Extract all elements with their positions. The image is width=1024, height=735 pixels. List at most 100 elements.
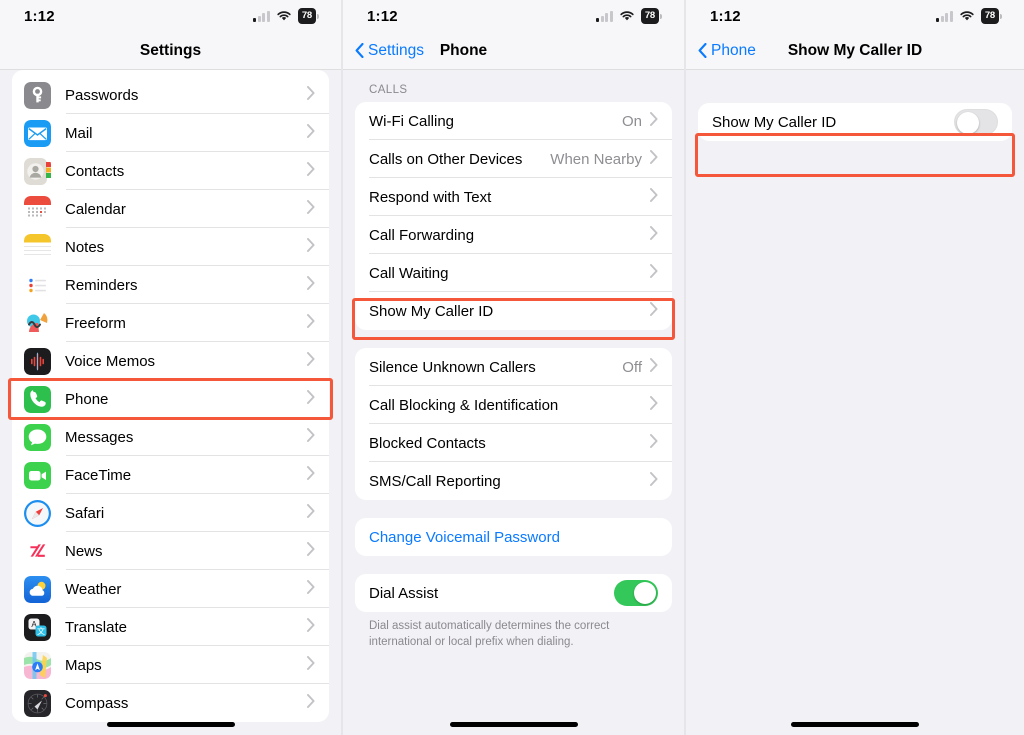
chevron-right-icon <box>307 655 315 675</box>
row-label: Respond with Text <box>369 188 492 206</box>
cellular-bars-icon <box>253 10 270 22</box>
sidebar-item-safari[interactable]: Safari <box>12 494 329 532</box>
sidebar-item-reminders[interactable]: Reminders <box>12 266 329 304</box>
sidebar-item-calendar[interactable]: Calendar <box>12 190 329 228</box>
sidebar-item-facetime[interactable]: FaceTime <box>12 456 329 494</box>
chevron-right-icon <box>307 161 315 181</box>
back-button-settings[interactable]: Settings <box>355 42 424 60</box>
row-silence-unknown-callers[interactable]: Silence Unknown Callers Off <box>355 348 672 386</box>
row-call-waiting[interactable]: Call Waiting <box>355 254 672 292</box>
sidebar-item-messages[interactable]: Messages <box>12 418 329 456</box>
sidebar-item-mail[interactable]: Mail <box>12 114 329 152</box>
row-respond-with-text[interactable]: Respond with Text <box>355 178 672 216</box>
sidebar-item-weather[interactable]: Weather <box>12 570 329 608</box>
sidebar-item-label: Freeform <box>65 314 126 332</box>
status-bar: 1:12 78 <box>343 0 684 32</box>
sidebar-item-compass[interactable]: Compass <box>12 684 329 722</box>
status-bar-indicators: 78 <box>936 8 1002 24</box>
chevron-right-icon <box>307 123 315 143</box>
dial-assist-row[interactable]: Dial Assist <box>355 574 672 612</box>
sidebar-item-phone[interactable]: Phone <box>12 380 329 418</box>
chevron-right-icon <box>650 263 658 283</box>
sidebar-item-maps[interactable]: Maps <box>12 646 329 684</box>
row-label: Blocked Contacts <box>369 434 486 452</box>
nav-bar-phone: Settings Phone <box>343 32 684 70</box>
row-blocked-contacts[interactable]: Blocked Contacts <box>355 424 672 462</box>
back-button-phone[interactable]: Phone <box>698 42 756 60</box>
nav-bar-settings: Settings <box>0 32 341 70</box>
chevron-right-icon <box>307 313 315 333</box>
row-wi-fi-calling[interactable]: Wi-Fi Calling On <box>355 102 672 140</box>
row-call-forwarding[interactable]: Call Forwarding <box>355 216 672 254</box>
row-label: Silence Unknown Callers <box>369 358 536 376</box>
chevron-right-icon <box>650 225 658 245</box>
sidebar-item-label: Passwords <box>65 86 139 104</box>
phone-icon <box>24 385 51 413</box>
home-indicator <box>791 722 919 727</box>
chevron-right-icon <box>307 427 315 447</box>
row-show-my-caller-id[interactable]: Show My Caller ID <box>355 292 672 330</box>
show-my-caller-id-toggle[interactable] <box>954 109 998 135</box>
mail-icon <box>24 119 51 147</box>
sidebar-item-voice-memos[interactable]: Voice Memos <box>12 342 329 380</box>
facetime-icon <box>24 461 51 489</box>
phone-settings-scroll[interactable]: CALLS Wi-Fi Calling On Calls on Other Devi… <box>343 70 684 735</box>
voice-memos-icon <box>24 347 51 375</box>
row-calls-on-other-devices[interactable]: Calls on Other Devices When Nearby <box>355 140 672 178</box>
panel-settings: 1:12 78 Settings Passwords Mail Contacts Ca… <box>0 0 341 735</box>
sidebar-item-label: Phone <box>65 390 109 408</box>
sidebar-item-passwords[interactable]: Passwords <box>12 76 329 114</box>
row-label: Calls on Other Devices <box>369 150 523 168</box>
battery-percent: 78 <box>640 8 659 24</box>
news-icon <box>24 537 51 565</box>
chevron-right-icon <box>307 351 315 371</box>
home-indicator <box>449 722 578 727</box>
row-label: Change Voicemail Password <box>369 528 560 546</box>
sidebar-item-label: Notes <box>65 238 105 256</box>
call-blocking-group: Silence Unknown Callers Off Call Blocking … <box>355 348 672 500</box>
sidebar-item-contacts[interactable]: Contacts <box>12 152 329 190</box>
dial-assist-group: Dial Assist <box>355 574 672 612</box>
voicemail-group: Change Voicemail Password <box>355 518 672 556</box>
dial-assist-footnote: Dial assist automatically determines the… <box>369 620 610 648</box>
dial-assist-toggle[interactable] <box>614 580 658 606</box>
row-change-voicemail-password[interactable]: Change Voicemail Password <box>355 518 672 556</box>
wifi-icon <box>276 10 292 22</box>
page-title: Settings <box>139 41 202 59</box>
chevron-right-icon <box>650 357 658 377</box>
status-bar-indicators: 78 <box>596 8 662 24</box>
home-indicator <box>106 722 235 727</box>
translate-icon: A文 <box>24 613 51 641</box>
row-label: Wi-Fi Calling <box>369 112 455 130</box>
row-sms-call-reporting[interactable]: SMS/Call Reporting <box>355 462 672 500</box>
chevron-left-icon <box>355 42 364 59</box>
wifi-icon <box>619 10 635 22</box>
sidebar-item-label: Calendar <box>65 200 126 218</box>
back-button-label: Settings <box>368 41 425 59</box>
row-call-blocking-identification[interactable]: Call Blocking & Identification <box>355 386 672 424</box>
cellular-bars-icon <box>936 10 953 22</box>
settings-list-scroll[interactable]: Passwords Mail Contacts Calendar Notes Remind… <box>0 70 341 735</box>
sidebar-item-label: FaceTime <box>65 466 132 484</box>
chevron-left-icon <box>698 42 707 59</box>
row-label: Call Blocking & Identification <box>369 396 559 414</box>
dial-assist-label: Dial Assist <box>369 584 439 602</box>
wifi-icon <box>959 10 975 22</box>
chevron-right-icon <box>650 111 658 131</box>
caller-id-scroll[interactable]: Show My Caller ID <box>686 70 1024 735</box>
sidebar-item-freeform[interactable]: Freeform <box>12 304 329 342</box>
row-label: Show My Caller ID <box>369 302 494 320</box>
status-bar: 1:12 78 <box>686 0 1024 32</box>
sidebar-item-news[interactable]: News <box>12 532 329 570</box>
back-button-label: Phone <box>711 41 756 59</box>
chevron-right-icon <box>650 149 658 169</box>
status-bar-time: 1:12 <box>710 7 741 25</box>
chevron-right-icon <box>307 237 315 257</box>
chevron-right-icon <box>307 85 315 105</box>
show-my-caller-id-row[interactable]: Show My Caller ID <box>698 103 1012 141</box>
sidebar-item-translate[interactable]: A 文 Translate <box>12 608 329 646</box>
sidebar-item-notes[interactable]: Notes <box>12 228 329 266</box>
status-bar-time: 1:12 <box>24 7 55 25</box>
chevron-right-icon <box>650 301 658 321</box>
show-my-caller-id-label: Show My Caller ID <box>712 113 837 131</box>
